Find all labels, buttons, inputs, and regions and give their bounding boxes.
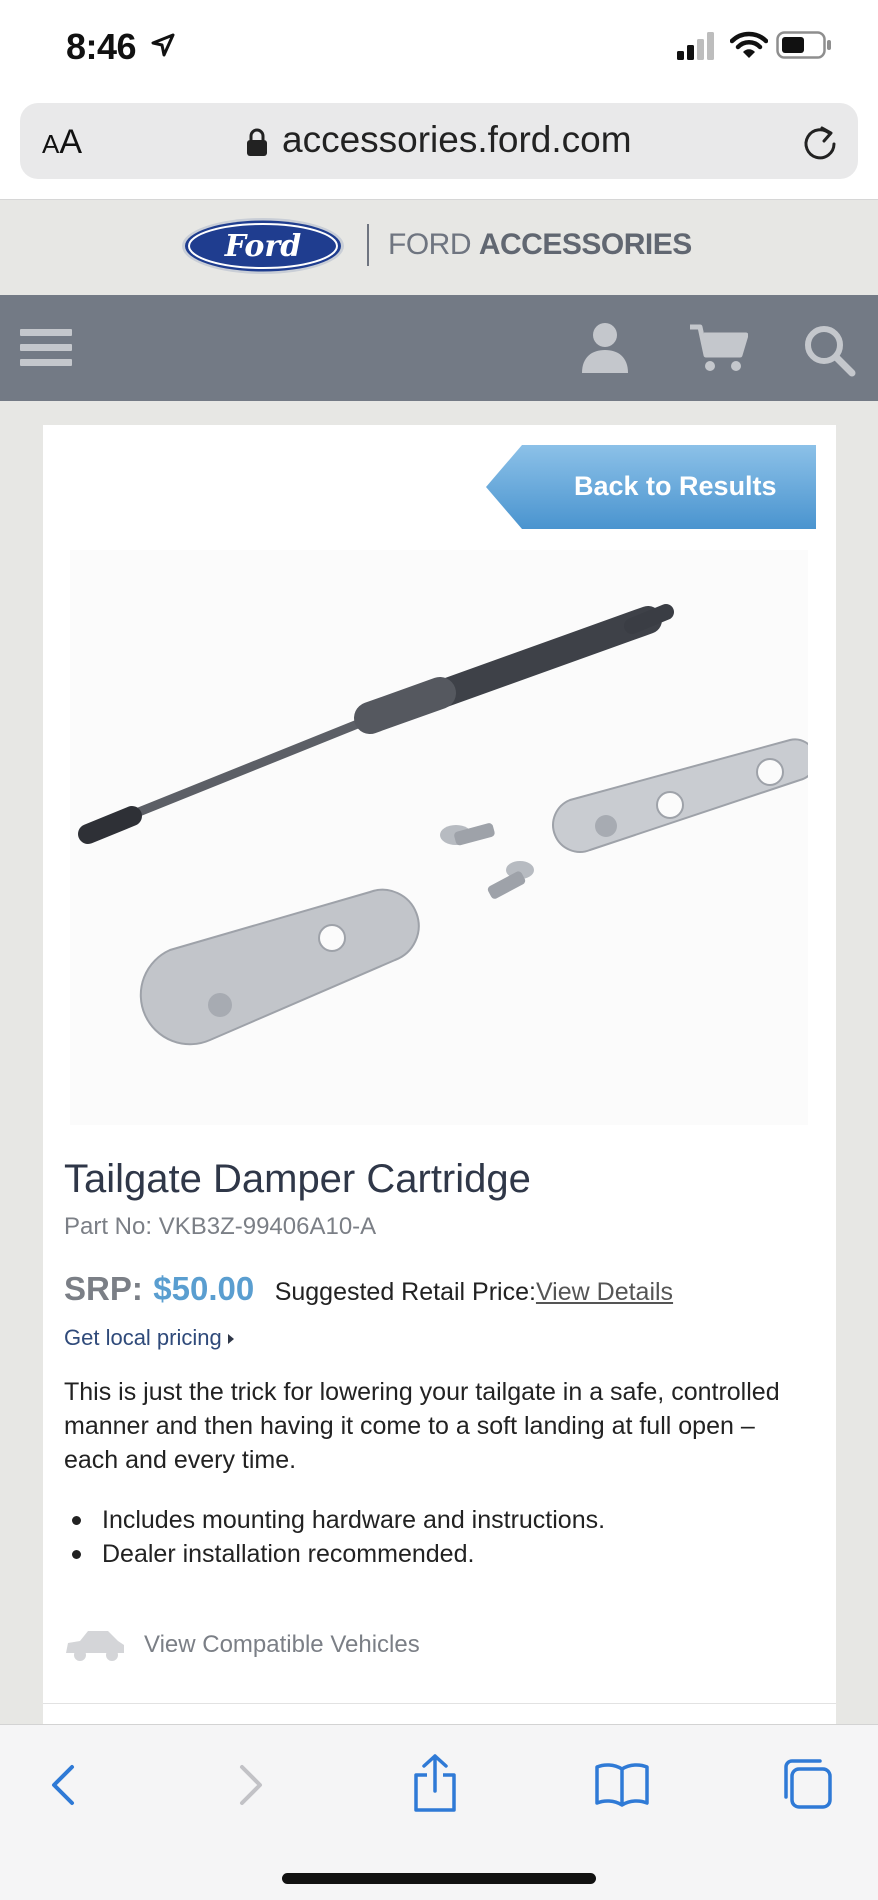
brand-header: Ford FORD ACCESSORIES	[0, 200, 878, 295]
ford-logo[interactable]: Ford	[180, 216, 346, 276]
forward-arrow-icon[interactable]	[230, 1761, 270, 1809]
browser-address-area: AA accessories.ford.com	[0, 100, 878, 200]
product-title: Tailgate Damper Cartridge	[64, 1157, 531, 1201]
cellular-signal-icon	[677, 32, 714, 60]
back-to-results-button[interactable]: Back to Results	[486, 445, 816, 529]
caret-right-icon	[227, 1334, 234, 1345]
divider	[43, 1703, 836, 1704]
wifi-icon	[730, 31, 768, 58]
list-item: Includes mounting hardware and instructi…	[64, 1503, 814, 1537]
battery-icon	[776, 31, 831, 59]
car-icon	[66, 1631, 124, 1661]
view-details-link[interactable]: View Details	[536, 1278, 673, 1306]
search-icon[interactable]	[802, 323, 856, 377]
price-row: SRP: $50.00 Suggested Retail Price:View …	[64, 1270, 673, 1312]
part-number: Part No: VKB3Z-99406A10-A	[64, 1213, 377, 1240]
url-text[interactable]: accessories.ford.com	[282, 119, 632, 161]
product-image[interactable]	[70, 550, 808, 1125]
share-icon[interactable]	[410, 1753, 460, 1813]
home-indicator[interactable]	[282, 1873, 596, 1884]
bookmarks-icon[interactable]	[594, 1761, 650, 1807]
srp-label: SRP:	[64, 1270, 143, 1307]
text-size-button[interactable]: AA	[42, 123, 82, 162]
status-bar: 8:46	[0, 0, 878, 100]
reload-icon[interactable]	[800, 122, 840, 162]
tabs-icon[interactable]	[780, 1757, 834, 1811]
menu-icon[interactable]	[20, 327, 72, 369]
srp-description: Suggested Retail Price:	[274, 1278, 536, 1306]
get-local-pricing-link[interactable]: Get local pricing	[64, 1325, 234, 1351]
list-item: Dealer installation recommended.	[64, 1537, 814, 1571]
user-icon[interactable]	[580, 321, 630, 373]
status-time: 8:46	[66, 26, 137, 67]
lock-icon	[247, 128, 267, 156]
product-card: Back to Results Tailgate Damper Cartridg…	[43, 425, 836, 1725]
browser-toolbar	[0, 1724, 878, 1900]
location-arrow-icon	[151, 33, 175, 57]
back-arrow-icon[interactable]	[44, 1761, 84, 1809]
brand-title: FORD ACCESSORIES	[388, 228, 692, 261]
site-nav-bar	[0, 295, 878, 401]
view-compatible-vehicles-label: View Compatible Vehicles	[144, 1631, 420, 1658]
svg-text:Ford: Ford	[224, 229, 301, 264]
cart-icon[interactable]	[690, 323, 748, 373]
brand-divider	[367, 224, 369, 266]
address-bar[interactable]: AA accessories.ford.com	[20, 103, 858, 179]
srp-value: $50.00	[153, 1270, 255, 1307]
back-to-results-label: Back to Results	[574, 471, 777, 501]
product-description: This is just the trick for lowering your…	[64, 1378, 780, 1474]
feature-list: Includes mounting hardware and instructi…	[64, 1503, 814, 1571]
